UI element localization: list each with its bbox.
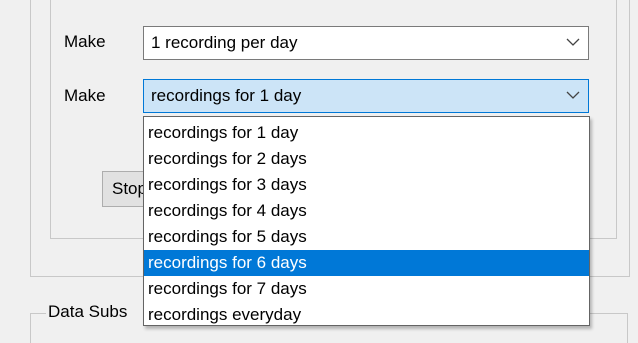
dropdown-option-highlighted[interactable]: recordings for 6 days [144, 250, 589, 276]
make-label-2: Make [64, 86, 106, 105]
dropdown-option[interactable]: recordings for 1 day [144, 120, 589, 146]
recording-frequency-value: 1 recording per day [151, 33, 298, 52]
dropdown-option[interactable]: recordings for 7 days [144, 276, 589, 302]
dropdown-option[interactable]: recordings for 2 days [144, 146, 589, 172]
stop-button-label: Stop [112, 179, 147, 198]
dropdown-option[interactable]: recordings everyday [144, 302, 589, 328]
chevron-down-icon [566, 91, 580, 99]
make-label-1: Make [64, 32, 106, 51]
recording-duration-combo[interactable]: recordings for 1 day [143, 79, 589, 113]
duration-dropdown-list[interactable]: recordings for 1 day recordings for 2 da… [143, 116, 590, 326]
data-subs-groupbox-label: Data Subs [48, 302, 148, 322]
groupbox-border-right-vertical [627, 313, 628, 343]
chevron-down-icon [566, 38, 580, 46]
dropdown-option[interactable]: recordings for 5 days [144, 224, 589, 250]
groupbox-border-left [30, 313, 46, 314]
dropdown-option[interactable]: recordings for 3 days [144, 172, 589, 198]
dropdown-option[interactable]: recordings for 4 days [144, 198, 589, 224]
groupbox-border-left-vertical [30, 313, 31, 343]
recording-frequency-combo[interactable]: 1 recording per day [143, 26, 589, 60]
recording-duration-value: recordings for 1 day [151, 86, 302, 105]
